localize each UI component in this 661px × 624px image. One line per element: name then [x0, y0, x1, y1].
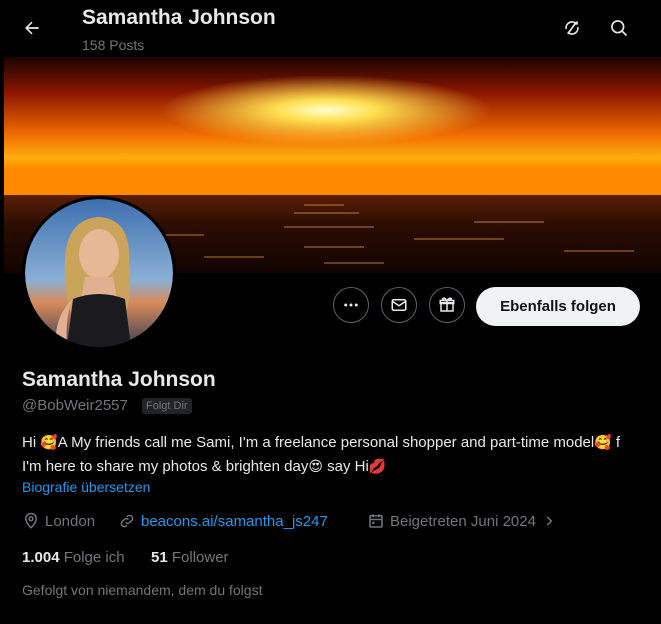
website-link[interactable]: beacons.ai/samantha_js247: [141, 513, 328, 530]
location-icon: [24, 512, 38, 529]
posts-count: 158 Posts: [82, 37, 145, 53]
follow-back-button[interactable]: Ebenfalls folgen: [476, 287, 640, 326]
following-label: Folge ich: [63, 549, 125, 566]
kiss-mark-emoji-icon: 💋: [368, 459, 387, 475]
message-button[interactable]: [381, 287, 417, 323]
message-icon: [391, 299, 407, 311]
gift-button[interactable]: [429, 287, 465, 323]
link-icon: [120, 514, 134, 528]
smiling-hearts-emoji-icon: 🥰: [594, 435, 612, 451]
following-stat[interactable]: 1.004 Folge ich: [22, 549, 125, 566]
back-button[interactable]: [14, 10, 50, 46]
refresh-icon: [565, 21, 579, 35]
gift-icon: [439, 297, 455, 312]
chevron-right-icon: [546, 516, 553, 526]
refresh-button[interactable]: [554, 10, 590, 46]
bio-text: A My friends call me Sami, I'm a freelan…: [57, 434, 595, 451]
header-title: Samantha Johnson: [82, 6, 276, 29]
bio-text: say Hi: [322, 458, 369, 475]
profile-bio: Hi 🥰A My friends call me Sami, I'm a fre…: [22, 431, 642, 479]
more-button[interactable]: [333, 287, 369, 323]
smiling-hearts-emoji-icon: 🥰: [40, 435, 58, 451]
followed-by-text: Gefolgt von niemandem, dem du folgst: [22, 582, 263, 598]
following-count: 1.004: [22, 549, 60, 566]
location-item: London: [22, 512, 95, 530]
profile-avatar[interactable]: [22, 196, 176, 350]
follows-you-badge: Folgt Dir: [142, 398, 192, 414]
search-icon: [611, 20, 628, 37]
bio-text: Hi: [22, 434, 41, 451]
location-text: London: [45, 512, 96, 530]
search-button[interactable]: [601, 10, 637, 46]
back-arrow-icon: [25, 21, 39, 35]
followers-label: Follower: [171, 549, 229, 566]
profile-header-bar: Samantha Johnson 158 Posts: [0, 0, 661, 56]
followers-count: 51: [151, 549, 168, 566]
joined-item[interactable]: Beigetreten Juni 2024: [367, 512, 561, 530]
calendar-icon: [369, 514, 383, 528]
joined-text: Beigetreten Juni 2024: [390, 512, 536, 530]
profile-handle: @BobWeir2557: [22, 397, 128, 414]
more-icon: [344, 303, 358, 307]
followers-stat[interactable]: 51 Follower: [151, 549, 229, 566]
profile-name: Samantha Johnson: [22, 368, 216, 391]
website-item: beacons.ai/samantha_js247: [118, 512, 328, 530]
translate-bio-link[interactable]: Biografie übersetzen: [22, 479, 150, 495]
heart-eyes-emoji-icon: 😍: [308, 459, 323, 475]
